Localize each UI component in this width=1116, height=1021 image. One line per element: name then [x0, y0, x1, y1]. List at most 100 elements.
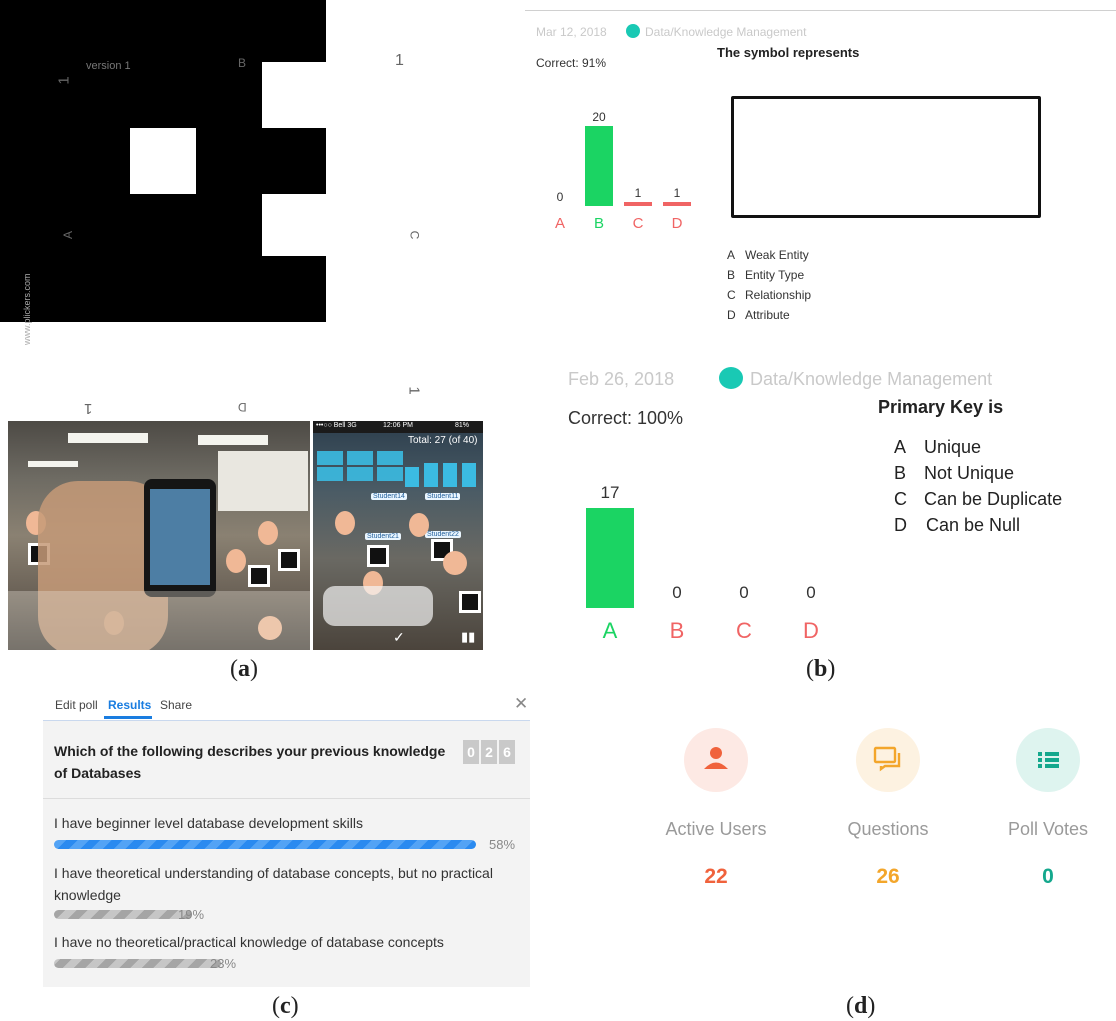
result-text: I have no theoretical/practical knowledg… — [54, 934, 444, 950]
q1-option-a: A Weak Entity — [727, 248, 809, 262]
q2-bar-chart: 17 A 0 B 0 C 0 D — [586, 483, 819, 643]
stat-value: 26 — [876, 865, 900, 888]
bar-c — [624, 202, 652, 206]
result-bar — [54, 910, 192, 919]
q2-option-c: C Can be Duplicate — [894, 489, 1063, 509]
entity-rectangle-symbol — [731, 96, 1041, 218]
q2-option-d: D Can be Null — [894, 515, 1021, 535]
caption-b: (b) — [806, 656, 836, 682]
marker-notch-upper — [262, 62, 326, 128]
student-shirt — [323, 586, 433, 626]
marker-letter-top: B — [238, 56, 247, 70]
result-bar — [54, 840, 476, 849]
q1-date: Mar 12, 2018 — [536, 25, 607, 39]
marker-letter-right: C — [407, 230, 422, 240]
marker-letter-bottom: D — [238, 400, 247, 414]
q2-correct: Correct: 100% — [568, 408, 684, 428]
q1-option-d: D Attribute — [727, 308, 790, 322]
result-bar — [54, 959, 221, 968]
plickers-scan-screen: •••○○ Bell 3G 12:06 PM 81% Total: 27 (of… — [313, 421, 483, 650]
stat-circle — [856, 728, 920, 792]
bar-category-label: D — [672, 215, 683, 232]
phone — [144, 479, 216, 597]
check-icon[interactable]: ✓ — [393, 629, 405, 646]
bar-category-label: B — [670, 618, 685, 643]
tab-results[interactable]: Results — [108, 698, 151, 712]
poll-question: Which of the following describes your pr… — [54, 743, 446, 781]
q2-option-a: A Unique — [894, 437, 982, 457]
vote-counter-digit: 0 — [463, 740, 479, 764]
stat-value: 22 — [704, 865, 728, 888]
bar-value-label: 1 — [674, 186, 681, 200]
carrier-text: •••○○ Bell 3G — [316, 422, 357, 429]
category-dot-icon — [719, 367, 743, 389]
person-icon — [704, 747, 728, 769]
classroom-photo — [8, 421, 310, 650]
bar-category-label: C — [736, 618, 752, 643]
bar-d — [663, 202, 691, 206]
student-tag: Student21 — [365, 533, 401, 540]
bar-value-label: 17 — [601, 483, 620, 502]
caption-a: (a) — [230, 656, 258, 682]
divider — [525, 10, 1116, 11]
q2-category: Data/Knowledge Management — [750, 369, 993, 389]
bar-value-label: 0 — [672, 583, 681, 602]
marker-corner-bottom-right: 1 — [405, 386, 423, 395]
student-tag: Student14 — [371, 493, 407, 500]
bar-category-label: B — [594, 215, 604, 232]
battery-text: 81% — [455, 422, 470, 429]
question-divider — [43, 798, 530, 799]
stat-circle — [684, 728, 748, 792]
active-tab-indicator — [104, 716, 152, 719]
vote-counter-digit: 6 — [499, 740, 515, 764]
stat-circle — [1016, 728, 1080, 792]
caption-c: (c) — [272, 993, 299, 1019]
whiteboard — [218, 451, 308, 511]
tab-divider — [43, 720, 530, 721]
q1-correct: Correct: 91% — [536, 56, 607, 70]
status-bar: •••○○ Bell 3G 12:06 PM 81% — [313, 421, 483, 433]
chat-icon — [873, 746, 901, 772]
bar-value-label: 20 — [592, 110, 606, 124]
q2-options: A Unique B Not Unique C Can be Duplicate DC… — [894, 434, 1062, 538]
category-dot-icon — [626, 24, 640, 38]
q1-options: A Weak Entity B Entity Type C Relationship … — [727, 245, 811, 325]
result-percent: 58% — [489, 837, 516, 852]
tab-edit-poll[interactable]: Edit poll — [55, 698, 98, 712]
close-icon[interactable]: ✕ — [514, 694, 528, 714]
stat-label: Poll Votes — [1007, 819, 1089, 839]
marker-site: www.plickers.com — [22, 273, 32, 345]
tab-share[interactable]: Share — [160, 698, 192, 712]
marker-corner-top-left: 1 — [55, 76, 73, 85]
q2-question: Primary Key is — [878, 397, 1004, 417]
bar-b — [585, 126, 613, 206]
marker-corner-top-right: 1 — [395, 52, 404, 69]
vote-counter-digit: 2 — [481, 740, 497, 764]
scan-total: Total: 27 (of 40) — [408, 435, 478, 446]
list-icon — [1038, 752, 1059, 768]
bar-value-label: 0 — [806, 583, 815, 602]
caption-d: (d) — [846, 993, 876, 1019]
q1-bar-chart: 0 A 20 B 1 C 1 D — [555, 110, 691, 232]
result-text: I have theoretical understanding of data… — [54, 865, 493, 903]
marker-pattern — [0, 0, 326, 322]
chart-icon[interactable]: ▮▮ — [461, 629, 475, 645]
bar-category-label: D — [803, 618, 819, 643]
bar-value-label: 1 — [635, 186, 642, 200]
marker-version: version 1 — [86, 60, 131, 72]
bar-category-label: A — [555, 215, 565, 232]
q1-option-c: C Relationship — [727, 288, 812, 302]
q2-option-b: B Not Unique — [894, 463, 1015, 483]
bar-category-label: C — [633, 215, 644, 232]
result-percent: 23% — [210, 956, 237, 971]
student-tag: Student11 — [425, 493, 461, 500]
mini-chart — [405, 459, 481, 487]
marker-notch-lower — [262, 194, 326, 256]
marker-letter-left: A — [61, 230, 76, 240]
student-tag: Student22 — [425, 531, 461, 538]
q1-category: Data/Knowledge Management — [645, 25, 807, 39]
result-text: I have beginner level database developme… — [54, 815, 363, 831]
stat-value: 0 — [1042, 865, 1054, 888]
q2-date: Feb 26, 2018 — [568, 369, 675, 389]
result-percent: 19% — [178, 907, 205, 922]
